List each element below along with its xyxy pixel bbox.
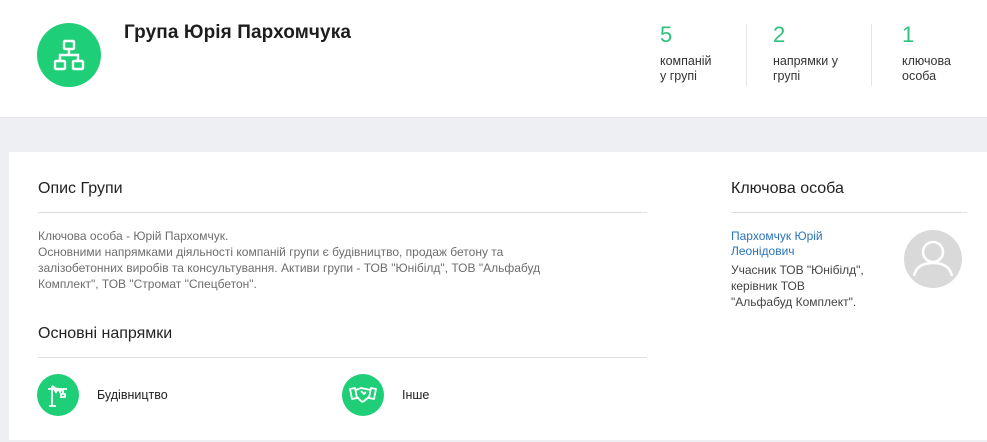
description-text: Ключова особа - Юрій Пархомчук. Основним… bbox=[38, 229, 541, 291]
stat-value: 2 bbox=[773, 22, 786, 47]
directions-title: Основні напрямки bbox=[38, 325, 173, 342]
description-title: Опис Групи bbox=[38, 180, 123, 197]
page-title: Група Юрія Пархомчука bbox=[124, 22, 351, 43]
handshake-icon bbox=[342, 374, 384, 416]
direction-label: Будівництво bbox=[97, 388, 168, 402]
direction-item-other[interactable]: Інше bbox=[342, 374, 429, 416]
key-person-role: Учасник ТОВ "Юнібілд", керівник ТОВ "Аль… bbox=[731, 263, 864, 309]
stat-companies: 5 компаній у групі bbox=[660, 22, 712, 84]
stat-label: компаній у групі bbox=[660, 54, 712, 83]
direction-label: Інше bbox=[402, 388, 430, 402]
stat-divider bbox=[746, 24, 747, 86]
key-person-title: Ключова особа bbox=[731, 180, 844, 197]
group-header: Група Юрія Пархомчука 5 компаній у групі… bbox=[0, 0, 987, 118]
stat-key-persons: 1 ключова особа bbox=[902, 22, 951, 84]
stat-label: ключова особа bbox=[902, 54, 951, 83]
user-avatar-icon[interactable] bbox=[904, 230, 962, 288]
stat-directions: 2 напрямки у групі bbox=[773, 22, 838, 84]
org-structure-icon bbox=[37, 23, 101, 87]
key-person-divider bbox=[731, 212, 967, 213]
stat-label: напрямки у групі bbox=[773, 54, 838, 83]
stat-divider bbox=[871, 24, 872, 86]
stat-value: 5 bbox=[660, 22, 673, 47]
key-person-name-link[interactable]: Пархомчук Юрій Леонідович bbox=[731, 229, 861, 259]
description-divider bbox=[38, 212, 647, 213]
directions-divider bbox=[38, 357, 647, 358]
stat-value: 1 bbox=[902, 22, 915, 47]
direction-item-construction[interactable]: Будівництво bbox=[37, 374, 168, 416]
crane-icon bbox=[37, 374, 79, 416]
